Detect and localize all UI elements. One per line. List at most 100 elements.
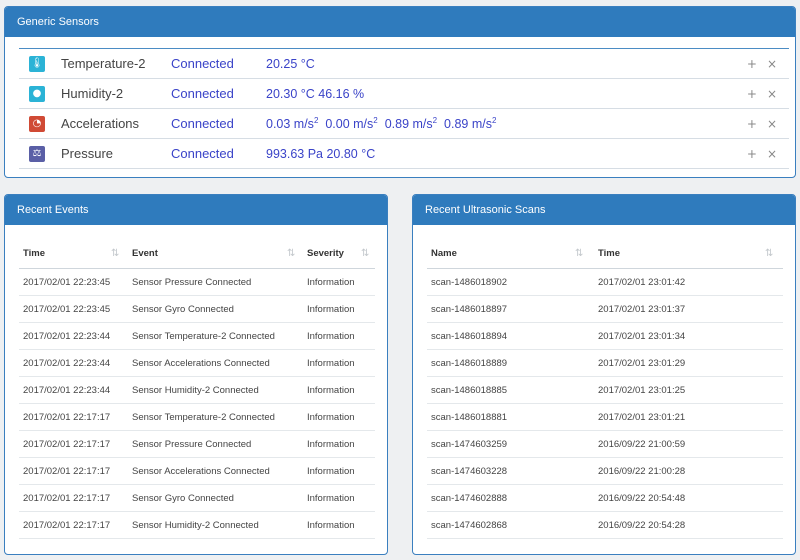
table-header: Time ⇅ Event ⇅ Severity ⇅ bbox=[19, 239, 375, 269]
table-row[interactable]: 2017/02/01 22:17:17 Sensor Accelerations … bbox=[19, 458, 375, 485]
recent-events-panel: Recent Events Time ⇅ Event ⇅ Severity ⇅ … bbox=[4, 194, 388, 555]
unit-exponent: 2 bbox=[373, 115, 378, 125]
droplet-icon: ● bbox=[29, 85, 45, 102]
column-header-name[interactable]: Name bbox=[431, 248, 457, 259]
sensor-name: Accelerations bbox=[61, 116, 140, 131]
table-row[interactable]: scan-1474602868 2016/09/22 20:54:28 bbox=[427, 512, 783, 539]
table-cell: Information bbox=[307, 438, 355, 450]
table-cell: 2017/02/01 23:01:37 bbox=[598, 303, 686, 315]
table-row[interactable]: scan-1486018897 2017/02/01 23:01:37 bbox=[427, 296, 783, 323]
table-cell: Sensor Gyro Connected bbox=[132, 492, 234, 504]
sensor-value: 0.03 m/s2 0.00 m/s2 0.89 m/s2 0.89 m/s2 bbox=[266, 116, 496, 131]
accel-z: 0.89 m/s bbox=[384, 117, 433, 132]
table-cell: scan-1474602888 bbox=[431, 492, 508, 504]
recent-scans-title: Recent Ultrasonic Scans bbox=[413, 195, 795, 225]
table-cell: 2017/02/01 22:17:17 bbox=[23, 465, 111, 477]
add-icon[interactable]: + bbox=[747, 57, 757, 71]
table-cell: 2017/02/01 22:23:45 bbox=[23, 303, 111, 315]
close-icon[interactable]: × bbox=[767, 87, 777, 101]
table-cell: Information bbox=[307, 330, 355, 342]
table-row[interactable]: scan-1486018885 2017/02/01 23:01:25 bbox=[427, 377, 783, 404]
table-row[interactable]: 2017/02/01 22:17:17 Sensor Temperature-2 … bbox=[19, 404, 375, 431]
table-cell: 2017/02/01 23:01:29 bbox=[598, 357, 686, 369]
table-row[interactable]: scan-1474602888 2016/09/22 20:54:48 bbox=[427, 485, 783, 512]
table-cell: scan-1486018885 bbox=[431, 384, 508, 396]
unit-exponent: 2 bbox=[313, 115, 319, 125]
table-cell: Information bbox=[307, 303, 355, 315]
table-cell: Information bbox=[307, 411, 355, 423]
table-row[interactable]: scan-1474603259 2016/09/22 21:00:59 bbox=[427, 431, 783, 458]
unit-exponent: 2 bbox=[432, 115, 438, 125]
generic-sensors-panel: Generic Sensors 🌡︎ Temperature-2 Connect… bbox=[4, 6, 796, 178]
row-actions: + × bbox=[747, 57, 777, 71]
sort-icon[interactable]: ⇅ bbox=[111, 248, 119, 259]
table-cell: Sensor Accelerations Connected bbox=[132, 357, 270, 369]
sort-icon[interactable]: ⇅ bbox=[575, 248, 583, 259]
column-header-event[interactable]: Event bbox=[132, 248, 158, 259]
table-cell: 2016/09/22 20:54:28 bbox=[598, 519, 686, 531]
column-header-time[interactable]: Time bbox=[23, 248, 45, 259]
thermometer-icon: 🌡︎ bbox=[29, 55, 45, 72]
recent-events-title: Recent Events bbox=[5, 195, 387, 225]
column-header-time[interactable]: Time bbox=[598, 248, 620, 259]
table-row[interactable]: scan-1486018889 2017/02/01 23:01:29 bbox=[427, 350, 783, 377]
table-header: Name ⇅ Time ⇅ bbox=[427, 239, 783, 269]
recent-scans-panel: Recent Ultrasonic Scans Name ⇅ Time ⇅ sc… bbox=[412, 194, 796, 555]
table-cell: 2017/02/01 23:01:42 bbox=[598, 276, 686, 288]
table-row[interactable]: 2017/02/01 22:23:44 Sensor Accelerations … bbox=[19, 350, 375, 377]
table-row[interactable]: scan-1486018894 2017/02/01 23:01:34 bbox=[427, 323, 783, 350]
table-cell: 2017/02/01 22:17:17 bbox=[23, 492, 111, 504]
table-cell: 2017/02/01 22:23:44 bbox=[23, 357, 111, 369]
close-icon[interactable]: × bbox=[767, 147, 777, 161]
close-icon[interactable]: × bbox=[767, 57, 777, 71]
sort-icon[interactable]: ⇅ bbox=[287, 248, 295, 259]
sort-icon[interactable]: ⇅ bbox=[361, 248, 369, 259]
table-cell: 2017/02/01 22:17:17 bbox=[23, 438, 111, 450]
table-cell: 2016/09/22 21:00:59 bbox=[598, 438, 686, 450]
table-cell: scan-1486018889 bbox=[431, 357, 508, 369]
sensor-row-accelerations: ◔ Accelerations Connected 0.03 m/s2 0.00… bbox=[19, 109, 789, 139]
table-row[interactable]: 2017/02/01 22:23:44 Sensor Humidity-2 Con… bbox=[19, 377, 375, 404]
generic-sensors-title: Generic Sensors bbox=[5, 7, 795, 37]
table-cell: 2016/09/22 20:54:48 bbox=[598, 492, 686, 504]
add-icon[interactable]: + bbox=[747, 87, 757, 101]
table-row[interactable]: 2017/02/01 22:23:45 Sensor Gyro Connected… bbox=[19, 296, 375, 323]
table-cell: scan-1486018881 bbox=[431, 411, 508, 423]
sensor-name: Temperature-2 bbox=[61, 56, 146, 71]
table-row[interactable]: 2017/02/01 22:23:45 Sensor Pressure Conne… bbox=[19, 269, 375, 296]
sensor-value: 20.25 °C bbox=[266, 56, 315, 71]
sensor-status: Connected bbox=[171, 86, 234, 101]
column-header-severity[interactable]: Severity bbox=[307, 248, 344, 259]
table-row[interactable]: scan-1474603228 2016/09/22 21:00:28 bbox=[427, 458, 783, 485]
sensor-name: Pressure bbox=[61, 146, 114, 161]
sensor-row-humidity-2: ● Humidity-2 Connected 20.30 °C 46.16 % … bbox=[19, 79, 789, 109]
row-actions: + × bbox=[747, 87, 777, 101]
add-icon[interactable]: + bbox=[747, 147, 757, 161]
sort-icon[interactable]: ⇅ bbox=[765, 248, 773, 259]
accel-total: 0.89 m/s bbox=[444, 117, 492, 132]
table-row[interactable]: scan-1486018881 2017/02/01 23:01:21 bbox=[427, 404, 783, 431]
table-row[interactable]: 2017/02/01 22:17:17 Sensor Pressure Conne… bbox=[19, 431, 375, 458]
table-cell: Information bbox=[307, 492, 355, 504]
table-row[interactable]: scan-1486018902 2017/02/01 23:01:42 bbox=[427, 269, 783, 296]
table-cell: Sensor Pressure Connected bbox=[132, 438, 252, 450]
add-icon[interactable]: + bbox=[747, 117, 757, 131]
table-cell: scan-1474603228 bbox=[431, 465, 508, 477]
scans-table: Name ⇅ Time ⇅ scan-1486018902 2017/02/01 … bbox=[427, 239, 783, 539]
table-cell: Information bbox=[307, 357, 355, 369]
sensor-status: Connected bbox=[171, 116, 234, 131]
table-cell: Sensor Pressure Connected bbox=[132, 276, 252, 288]
close-icon[interactable]: × bbox=[767, 117, 777, 131]
sensor-name: Humidity-2 bbox=[61, 86, 124, 101]
sensor-list: 🌡︎ Temperature-2 Connected 20.25 °C + × … bbox=[19, 48, 789, 169]
table-row[interactable]: 2017/02/01 22:17:17 Sensor Humidity-2 Con… bbox=[19, 512, 375, 539]
table-cell: 2017/02/01 23:01:34 bbox=[598, 330, 686, 342]
sensor-row-temperature-2: 🌡︎ Temperature-2 Connected 20.25 °C + × bbox=[19, 49, 789, 79]
table-cell: Information bbox=[307, 276, 355, 288]
table-cell: 2017/02/01 22:17:17 bbox=[23, 519, 111, 531]
table-cell: 2017/02/01 22:23:44 bbox=[23, 330, 111, 342]
table-row[interactable]: 2017/02/01 22:23:44 Sensor Temperature-2 … bbox=[19, 323, 375, 350]
row-actions: + × bbox=[747, 147, 777, 161]
table-row[interactable]: 2017/02/01 22:17:17 Sensor Gyro Connected… bbox=[19, 485, 375, 512]
table-cell: 2017/02/01 23:01:21 bbox=[598, 411, 686, 423]
